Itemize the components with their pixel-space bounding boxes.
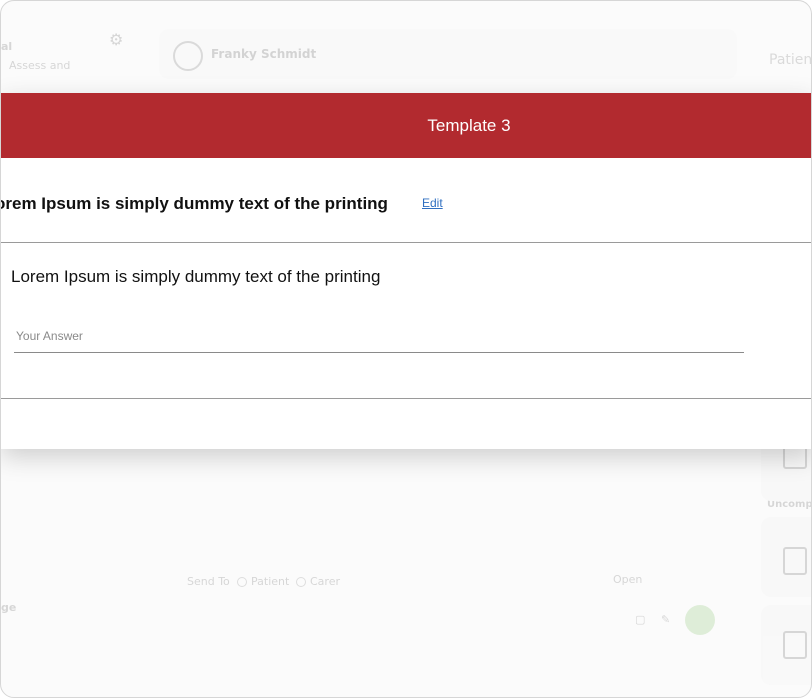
- modal-header: Template 3: [1, 93, 811, 158]
- top-left-sub: Assess and: [9, 59, 71, 72]
- side-card[interactable]: [761, 517, 811, 597]
- answer-input[interactable]: [14, 319, 744, 353]
- user-name: Franky Schmidt: [211, 47, 317, 61]
- section-label: Patien: [769, 52, 812, 68]
- app-window: ⚙ al Assess and Franky Schmidt Patien Un…: [0, 0, 812, 698]
- radio-patient[interactable]: [237, 577, 247, 587]
- avatar: [173, 41, 203, 71]
- send-button[interactable]: [685, 605, 715, 635]
- open-dropdown[interactable]: Open: [613, 573, 642, 586]
- modal-title: Template 3: [427, 115, 511, 135]
- radio-carer[interactable]: [296, 577, 306, 587]
- document-icon: [783, 547, 807, 575]
- radio-carer-label: Carer: [310, 575, 340, 588]
- side-card[interactable]: [761, 605, 811, 685]
- gear-icon[interactable]: ⚙: [109, 30, 123, 49]
- edit-link[interactable]: Edit: [422, 196, 443, 210]
- template-modal: Template 3 orem Ipsum is simply dummy te…: [0, 93, 811, 449]
- document-icon: [783, 631, 807, 659]
- attach-icon[interactable]: ▢: [635, 613, 645, 626]
- message-label: ge: [1, 601, 17, 614]
- question-header-row: orem Ipsum is simply dummy text of the p…: [0, 158, 811, 243]
- divider: [1, 398, 811, 399]
- send-to-label: Send To: [187, 575, 230, 588]
- question-text: Lorem Ipsum is simply dummy text of the …: [11, 267, 381, 286]
- radio-patient-label: Patient: [251, 575, 290, 588]
- mic-icon[interactable]: ✎: [661, 613, 670, 626]
- question-title: orem Ipsum is simply dummy text of the p…: [0, 194, 388, 213]
- top-left-label: al: [1, 40, 13, 53]
